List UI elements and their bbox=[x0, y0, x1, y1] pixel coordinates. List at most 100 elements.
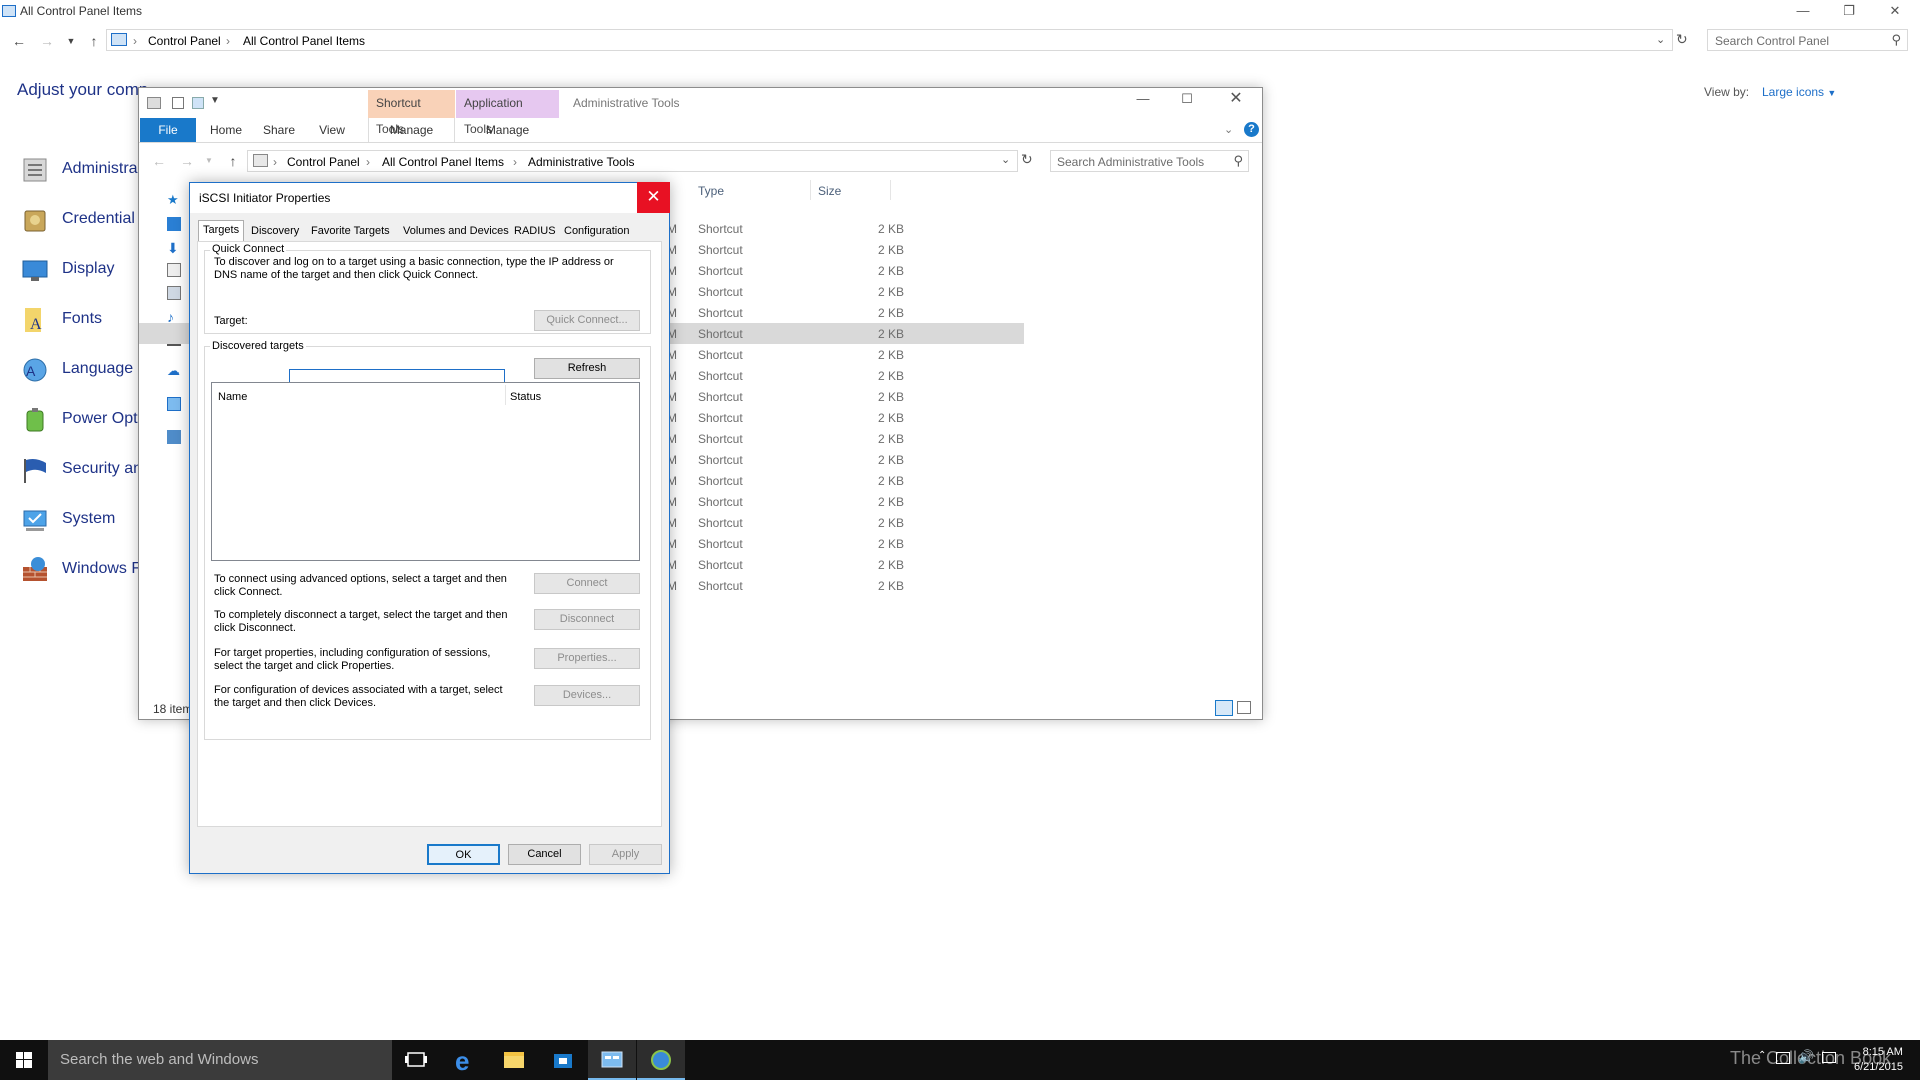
tab-share[interactable]: Share bbox=[254, 118, 304, 142]
control-panel-app-icon bbox=[2, 5, 16, 17]
file-row-size: 2 KB bbox=[877, 306, 904, 320]
address-dropdown-icon[interactable]: ⌄ bbox=[1656, 33, 1665, 46]
file-row-type: Shortcut bbox=[698, 264, 743, 278]
breadcrumb-control-panel[interactable]: Control Panel bbox=[148, 34, 221, 48]
column-size[interactable]: Size bbox=[818, 184, 841, 198]
restore-button[interactable]: ❐ bbox=[1826, 0, 1872, 24]
connect-button[interactable]: Connect bbox=[534, 573, 640, 594]
forward-arrow-icon[interactable]: → bbox=[36, 30, 58, 52]
application-tools-context-tab[interactable]: Application Tools bbox=[456, 90, 559, 136]
file-explorer-taskbar-button[interactable] bbox=[490, 1040, 538, 1080]
discovered-targets-list[interactable]: Name Status bbox=[211, 382, 640, 561]
address-dropdown-icon[interactable]: ⌄ bbox=[1001, 153, 1010, 166]
shortcut-tools-context-tab[interactable]: Shortcut Tools bbox=[368, 90, 455, 136]
expand-ribbon-icon[interactable]: ⌄ bbox=[1224, 123, 1233, 136]
tab-discovery[interactable]: Discovery bbox=[247, 222, 303, 241]
notifications-icon[interactable] bbox=[1822, 1052, 1836, 1063]
devices-button[interactable]: Devices... bbox=[534, 685, 640, 706]
properties-button[interactable]: Properties... bbox=[534, 648, 640, 669]
tab-favorite-targets[interactable]: Favorite Targets bbox=[307, 222, 394, 241]
column-divider bbox=[505, 385, 506, 405]
address-bar[interactable]: › Control Panel › All Control Panel Item… bbox=[106, 29, 1673, 51]
show-hidden-icons[interactable]: ⌃ bbox=[1758, 1050, 1766, 1061]
breadcrumb-administrative-tools[interactable]: Administrative Tools bbox=[528, 155, 635, 169]
dialog-close-button[interactable]: ✕ bbox=[637, 182, 670, 213]
connect-description: To connect using advanced options, selec… bbox=[214, 573, 507, 598]
file-row-type: Shortcut bbox=[698, 495, 743, 509]
explorer-window-title: Administrative Tools bbox=[573, 96, 680, 110]
breadcrumb-control-panel[interactable]: Control Panel bbox=[287, 155, 360, 169]
column-status[interactable]: Status bbox=[510, 391, 541, 403]
quick-connect-button[interactable]: Quick Connect... bbox=[534, 310, 640, 331]
back-arrow-icon[interactable]: ← bbox=[8, 30, 30, 52]
svg-text:A: A bbox=[26, 363, 36, 379]
tab-radius[interactable]: RADIUS bbox=[510, 222, 560, 241]
recent-chevron-icon[interactable]: ▼ bbox=[198, 150, 220, 172]
tab-targets[interactable]: Targets bbox=[198, 220, 245, 242]
display-icon bbox=[20, 255, 50, 285]
refresh-button[interactable]: Refresh bbox=[534, 358, 640, 379]
minimize-button[interactable]: — bbox=[1123, 88, 1163, 112]
taskbar-search-box[interactable]: Search the web and Windows bbox=[48, 1040, 392, 1080]
control-panel-titlebar: All Control Panel Items — ❐ ✕ bbox=[0, 0, 1920, 24]
column-name[interactable]: Name bbox=[218, 391, 247, 403]
tab-view[interactable]: View bbox=[307, 118, 357, 142]
ok-button[interactable]: OK bbox=[427, 844, 500, 865]
tab-volumes-and-devices[interactable]: Volumes and Devices bbox=[399, 222, 513, 241]
recent-chevron-icon[interactable]: ▼ bbox=[60, 30, 82, 52]
tab-file[interactable]: File bbox=[140, 118, 196, 142]
task-view-button[interactable] bbox=[392, 1040, 440, 1080]
customize-toolbar-icon[interactable]: ▼ bbox=[210, 95, 220, 106]
network-tray-icon[interactable] bbox=[1776, 1052, 1790, 1064]
store-taskbar-button[interactable] bbox=[539, 1040, 587, 1080]
devices-description: For configuration of devices associated … bbox=[214, 684, 503, 709]
cancel-button[interactable]: Cancel bbox=[508, 844, 581, 865]
up-arrow-icon[interactable]: ↑ bbox=[222, 150, 244, 172]
file-row-size: 2 KB bbox=[877, 243, 904, 257]
properties-quick-access-icon[interactable] bbox=[172, 97, 184, 109]
close-button[interactable]: ✕ bbox=[1872, 0, 1918, 24]
maximize-button[interactable]: ☐ bbox=[1167, 88, 1207, 112]
breadcrumb-all-items[interactable]: All Control Panel Items bbox=[243, 34, 365, 48]
tab-manage-shortcut[interactable]: Manage bbox=[368, 118, 455, 142]
breadcrumb-all-items[interactable]: All Control Panel Items bbox=[382, 155, 504, 169]
refresh-icon[interactable]: ↻ bbox=[1021, 151, 1033, 168]
explorer-address-bar[interactable]: › Control Panel › All Control Panel Item… bbox=[247, 150, 1018, 172]
edge-taskbar-button[interactable]: e bbox=[442, 1040, 490, 1080]
control-panel-taskbar-button[interactable] bbox=[588, 1040, 636, 1080]
file-row-size: 2 KB bbox=[877, 537, 904, 551]
disconnect-button[interactable]: Disconnect bbox=[534, 609, 640, 630]
search-icon[interactable]: ⚲ bbox=[1233, 153, 1243, 169]
close-button[interactable]: ✕ bbox=[1213, 88, 1259, 112]
cp-item-label: Administra bbox=[62, 160, 138, 177]
start-button[interactable] bbox=[0, 1040, 48, 1080]
details-view-icon[interactable] bbox=[1215, 700, 1233, 716]
iscsi-taskbar-button[interactable] bbox=[637, 1040, 685, 1080]
file-row-type: Shortcut bbox=[698, 327, 743, 341]
volume-icon[interactable]: 🔊 bbox=[1798, 1049, 1814, 1065]
large-icons-view-icon[interactable] bbox=[1237, 701, 1251, 714]
minimize-button[interactable]: — bbox=[1780, 0, 1826, 24]
tab-manage-application[interactable]: Manage bbox=[456, 118, 559, 142]
cp-item-label: Credential bbox=[62, 210, 135, 227]
apply-button[interactable]: Apply bbox=[589, 844, 662, 865]
file-row-size: 2 KB bbox=[877, 285, 904, 299]
search-icon[interactable]: ⚲ bbox=[1891, 32, 1901, 48]
admin-tools-small-icon bbox=[253, 154, 268, 167]
column-type[interactable]: Type bbox=[698, 184, 724, 198]
up-arrow-icon[interactable]: ↑ bbox=[83, 30, 105, 52]
forward-arrow-icon[interactable]: → bbox=[176, 150, 198, 172]
tab-configuration[interactable]: Configuration bbox=[560, 222, 633, 241]
view-by-dropdown[interactable]: Large icons ▼ bbox=[1762, 85, 1836, 99]
search-admin-tools-input[interactable]: Search Administrative Tools ⚲ bbox=[1050, 150, 1249, 172]
tray-clock[interactable]: 8:15 AM 6/21/2015 bbox=[1854, 1045, 1903, 1075]
refresh-icon[interactable]: ↻ bbox=[1676, 31, 1688, 48]
back-arrow-icon[interactable]: ← bbox=[148, 150, 170, 172]
help-icon[interactable]: ? bbox=[1244, 122, 1259, 137]
tab-home[interactable]: Home bbox=[201, 118, 251, 142]
fonts-icon: A bbox=[20, 305, 50, 335]
control-panel-icon bbox=[111, 33, 127, 46]
new-folder-quick-access-icon[interactable] bbox=[192, 97, 204, 109]
search-control-panel-input[interactable]: Search Control Panel ⚲ bbox=[1707, 29, 1908, 51]
quick-access-star-icon[interactable]: ★ bbox=[167, 192, 181, 207]
